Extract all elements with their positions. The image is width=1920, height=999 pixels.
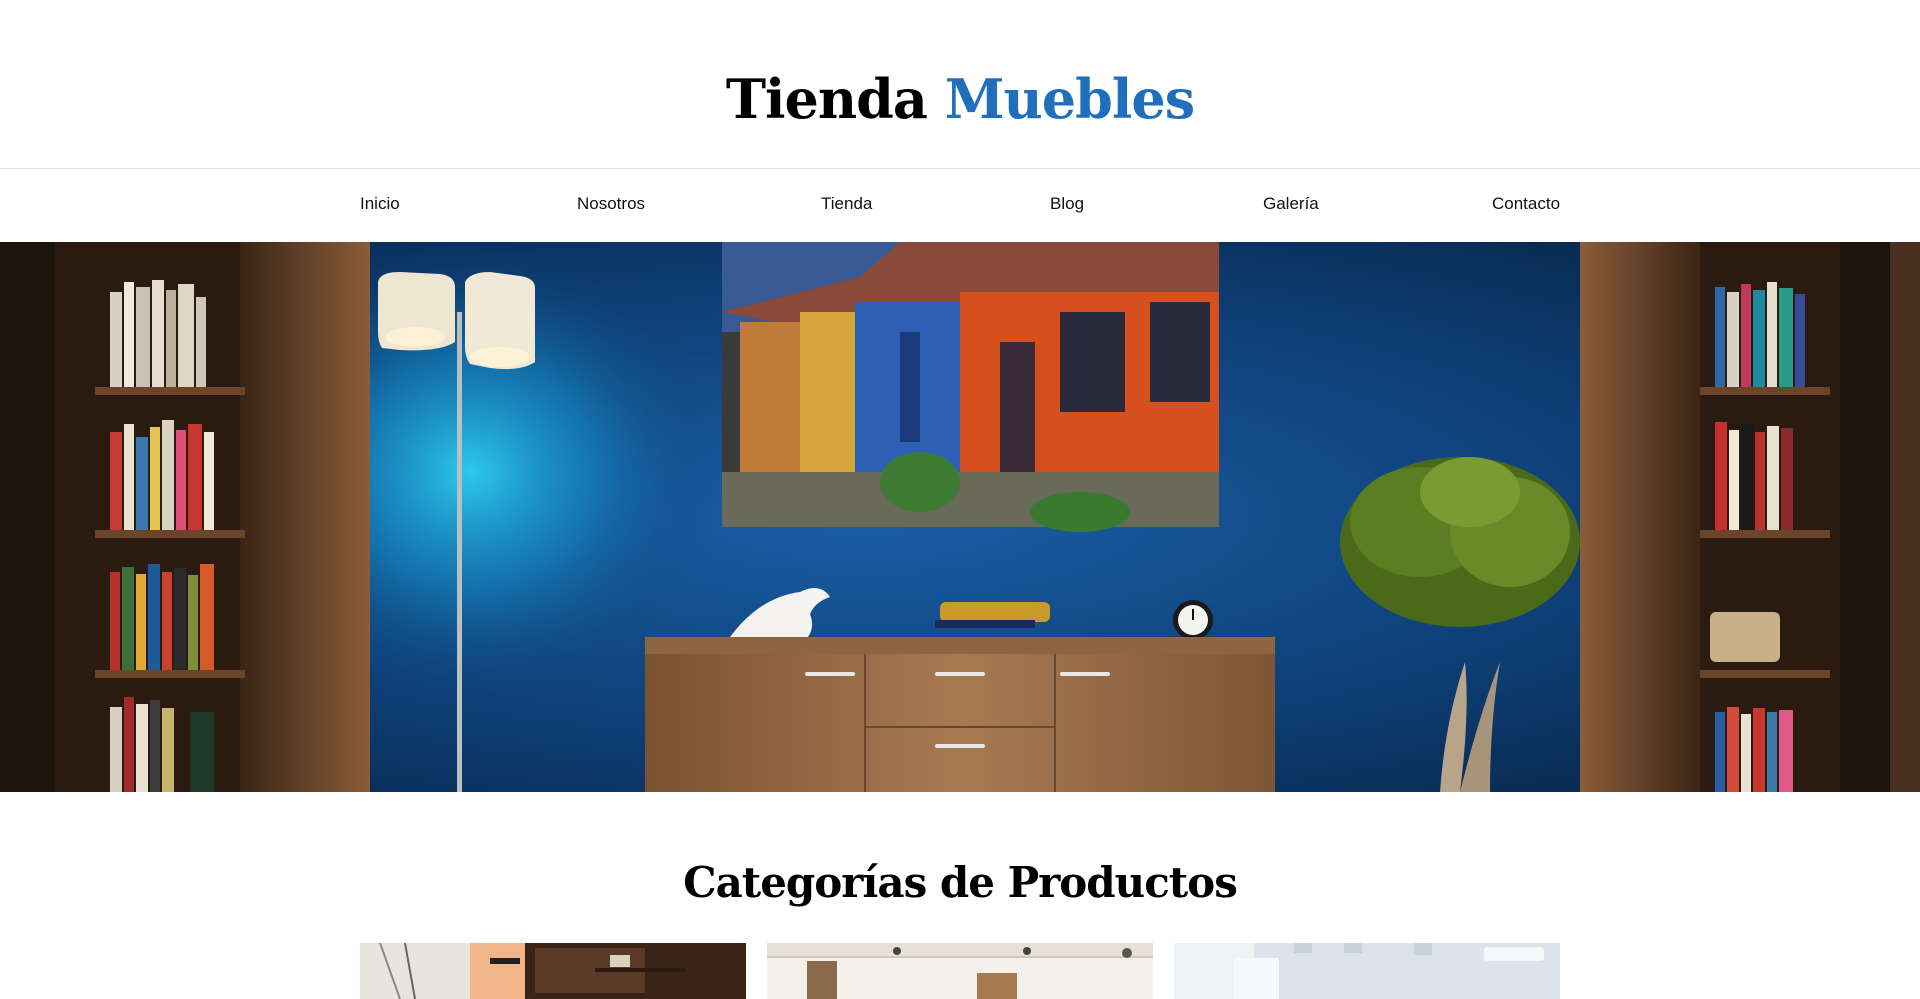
- wooden-sideboard: [645, 637, 1275, 792]
- nav-item-blog[interactable]: Blog: [1050, 194, 1084, 214]
- category-card-dining[interactable]: [767, 943, 1153, 999]
- category-card-study[interactable]: [360, 943, 746, 999]
- main-navigation: Inicio Nosotros Tienda Blog Galería Cont…: [0, 170, 1920, 242]
- nav-item-tienda[interactable]: Tienda: [821, 194, 872, 214]
- hero-image: [0, 242, 1920, 792]
- category-image-dining: [767, 943, 1153, 999]
- category-image-white-room: [1174, 943, 1560, 999]
- hero-banner: [0, 242, 1920, 792]
- site-header: Tienda Muebles: [0, 0, 1920, 169]
- category-card-white-room[interactable]: [1174, 943, 1560, 999]
- nav-item-inicio[interactable]: Inicio: [360, 194, 400, 214]
- wall-painting: [722, 242, 1219, 532]
- category-cards: [360, 943, 1561, 999]
- category-image-study: [360, 943, 746, 999]
- nav-item-nosotros[interactable]: Nosotros: [577, 194, 645, 214]
- nav-item-contacto[interactable]: Contacto: [1492, 194, 1560, 214]
- brand-name-part1: Tienda: [725, 67, 928, 131]
- site-logo[interactable]: Tienda Muebles: [0, 63, 1920, 135]
- nav-item-galeria[interactable]: Galería: [1263, 194, 1319, 214]
- section-title-categories: Categorías de Productos: [683, 858, 1238, 907]
- brand-name-part2: Muebles: [944, 67, 1195, 131]
